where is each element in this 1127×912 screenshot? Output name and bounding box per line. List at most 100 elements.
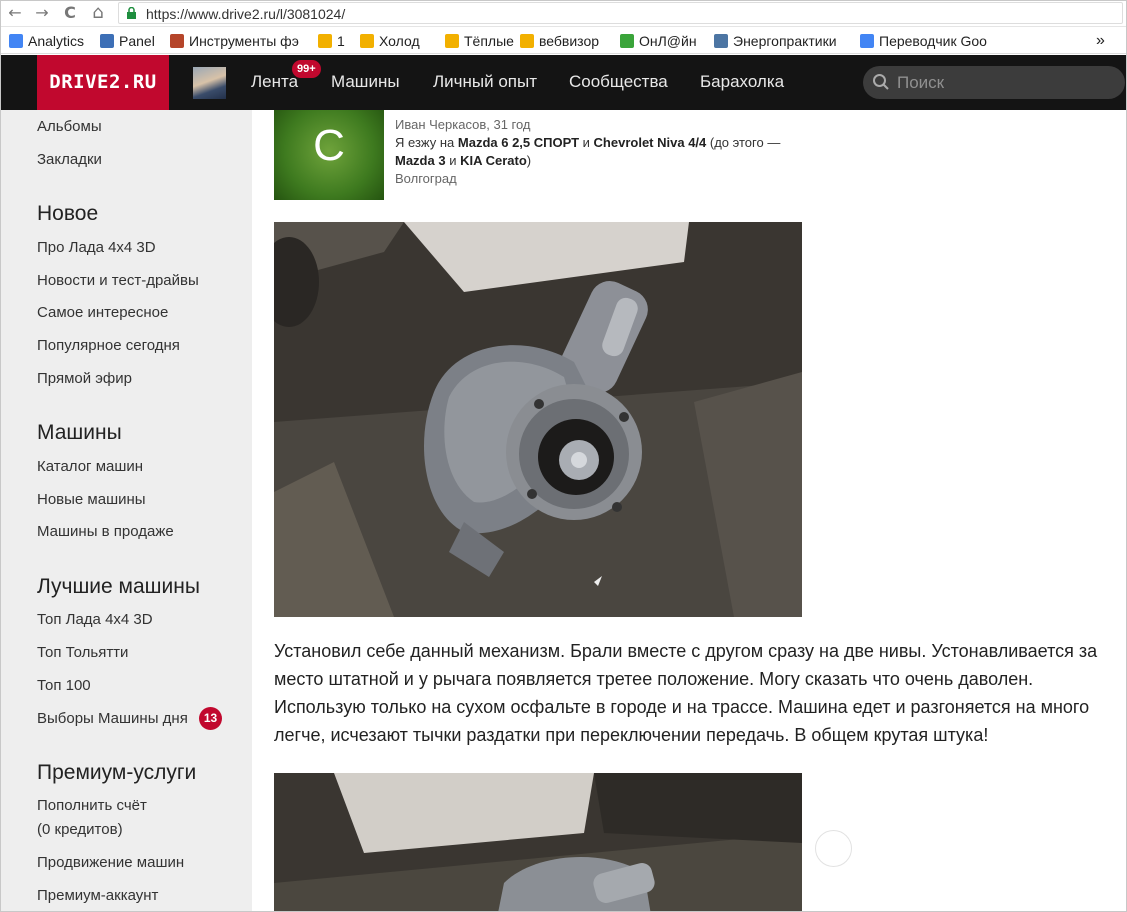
sidebar-section-cars: Машины: [37, 421, 122, 444]
votes-count-badge: 13: [199, 707, 222, 730]
sidebar-item-top-lada[interactable]: Топ Лада 4х4 3D: [37, 611, 153, 628]
bookmark-item[interactable]: ОнЛ@йн: [620, 32, 697, 50]
car-link[interactable]: Mazda 3: [395, 153, 446, 168]
sidebar-item-live[interactable]: Прямой эфир: [37, 370, 132, 387]
sidebar: Альбомы Закладки Новое Про Лада 4х4 3D Н…: [0, 110, 252, 912]
bookmark-item[interactable]: Холод: [360, 32, 420, 50]
bookmark-label: Analytics: [28, 33, 85, 49]
bookmark-item[interactable]: Analytics: [9, 32, 84, 50]
sidebar-item-bookmarks[interactable]: Закладки: [37, 151, 102, 168]
post-content: C cvano Иван Черкасов, 31 год Я езжу на …: [252, 110, 1127, 912]
author-avatar[interactable]: C: [274, 110, 384, 200]
cars-and: и: [579, 135, 594, 150]
sidebar-item-car-of-day[interactable]: Выборы Машины дня: [37, 710, 188, 727]
flag-icon: [445, 34, 459, 48]
bookmark-item[interactable]: Инструменты фэ: [170, 32, 299, 50]
author-city: Волгоград: [395, 171, 457, 186]
author-cars: Я езжу на Mazda 6 2,5 СПОРТ и Chevrolet …: [395, 134, 815, 170]
bookmark-label: 1: [337, 33, 345, 49]
sidebar-item-top-tolyatti[interactable]: Топ Тольятти: [37, 644, 128, 661]
translate-icon: [860, 34, 874, 48]
transfer-case-photo: [274, 222, 802, 617]
google-icon: [9, 34, 23, 48]
post-text-line: Использую только на сухом осфальте в гор…: [274, 697, 1090, 717]
post-text-line: место штатной и у рычага появляется трет…: [274, 669, 1034, 689]
panel-icon: [100, 34, 114, 48]
bookmark-item[interactable]: вебвизор: [520, 32, 599, 50]
cars-and: и: [445, 153, 461, 168]
site-header: DRIVE2.RU Лента 99+ Машины Личный опыт С…: [0, 55, 1127, 110]
post-text-line: легче, исчезают тычки раздатки при перек…: [274, 725, 989, 745]
sidebar-item-new-cars[interactable]: Новые машины: [37, 491, 146, 508]
author-info: Иван Черкасов, 31 год: [395, 117, 531, 132]
bookmark-label: вебвизор: [539, 33, 600, 49]
site-logo[interactable]: DRIVE2.RU: [37, 55, 169, 110]
bookmark-item[interactable]: Panel: [100, 32, 155, 50]
scroll-up-button[interactable]: [815, 830, 852, 867]
search-input[interactable]: Поиск: [863, 66, 1125, 99]
tools-icon: [170, 34, 184, 48]
search-placeholder: Поиск: [897, 73, 945, 92]
forward-icon[interactable]: →: [32, 3, 52, 23]
bookmark-label: Инструменты фэ: [189, 33, 299, 49]
cars-close: ): [526, 153, 532, 168]
url-text: https://www.drive2.ru/l/3081024/: [146, 6, 346, 22]
bookmark-label: Энергопрактики: [733, 33, 837, 49]
car-link[interactable]: Chevrolet Niva 4/4: [594, 135, 707, 150]
reload-icon[interactable]: C: [60, 3, 80, 23]
bookmark-label: Переводчик Goo: [879, 33, 987, 49]
sidebar-section-premium: Премиум-услуги: [37, 761, 197, 784]
vk-icon: [714, 34, 728, 48]
sidebar-item-catalog[interactable]: Каталог машин: [37, 458, 143, 475]
nav-market[interactable]: Барахолка: [700, 72, 784, 92]
flag-icon: [360, 34, 374, 48]
sidebar-section-best: Лучшие машины: [37, 575, 200, 598]
search-icon: [873, 74, 889, 90]
car-link[interactable]: KIA Cerato: [460, 153, 527, 168]
cars-prefix: Я езжу на: [395, 135, 458, 150]
home-icon[interactable]: ⌂: [88, 3, 108, 23]
bookmark-item[interactable]: Переводчик Goo: [860, 32, 987, 50]
nav-communities[interactable]: Сообщества: [569, 72, 668, 92]
bookmark-label: Холод: [379, 33, 420, 49]
sidebar-item-albums[interactable]: Альбомы: [37, 118, 102, 135]
leaf-icon: [620, 34, 634, 48]
user-avatar-small[interactable]: [193, 67, 226, 99]
bookmark-label: Тёплые: [464, 33, 514, 49]
credits-balance: (0 кредитов): [37, 821, 123, 838]
sidebar-section-new: Новое: [37, 202, 99, 225]
lock-icon: [127, 7, 136, 19]
back-icon[interactable]: ←: [5, 3, 25, 23]
bookmark-label: ОнЛ@йн: [639, 33, 697, 49]
browser-toolbar: ← → C ⌂ https://www.drive2.ru/l/3081024/: [0, 0, 1127, 27]
flag-icon: [520, 34, 534, 48]
sidebar-item-news[interactable]: Новости и тест-драйвы: [37, 272, 199, 289]
post-body: Установил себе данный механизм. Брали вм…: [274, 637, 1127, 749]
flag-icon: [318, 34, 332, 48]
bookmarks-bar: » Analytics Panel Инструменты фэ 1 Холод Тёпл…: [0, 28, 1127, 54]
nav-feed[interactable]: Лента: [251, 72, 298, 92]
transfer-case-photo: [274, 773, 802, 912]
sidebar-item-popular[interactable]: Популярное сегодня: [37, 337, 180, 354]
sidebar-item-top-100[interactable]: Топ 100: [37, 677, 91, 694]
nav-cars[interactable]: Машины: [331, 72, 400, 92]
post-photo[interactable]: [274, 773, 802, 912]
sidebar-item-premium-account[interactable]: Премиум-аккаунт: [37, 887, 158, 904]
bookmark-label: Panel: [119, 33, 155, 49]
address-bar[interactable]: https://www.drive2.ru/l/3081024/: [118, 2, 1123, 24]
sidebar-item-interesting[interactable]: Самое интересное: [37, 304, 168, 321]
sidebar-item-for-sale[interactable]: Машины в продаже: [37, 523, 174, 540]
bookmark-item[interactable]: Энергопрактики: [714, 32, 837, 50]
sidebar-item-lada-3d[interactable]: Про Лада 4х4 3D: [37, 239, 156, 256]
notification-badge: 99+: [292, 60, 321, 78]
cars-before: (до этого —: [706, 135, 781, 150]
post-text-line: Установил себе данный механизм. Брали вм…: [274, 641, 1098, 661]
sidebar-item-topup[interactable]: Пополнить счёт: [37, 797, 147, 814]
sidebar-item-promotion[interactable]: Продвижение машин: [37, 854, 184, 871]
post-photo[interactable]: [274, 222, 802, 617]
nav-experience[interactable]: Личный опыт: [433, 72, 537, 92]
bookmark-item[interactable]: 1: [318, 32, 345, 50]
bookmark-item[interactable]: Тёплые: [445, 32, 514, 50]
car-link[interactable]: Mazda 6 2,5 СПОРТ: [458, 135, 579, 150]
more-bookmarks-button[interactable]: »: [1096, 32, 1105, 50]
